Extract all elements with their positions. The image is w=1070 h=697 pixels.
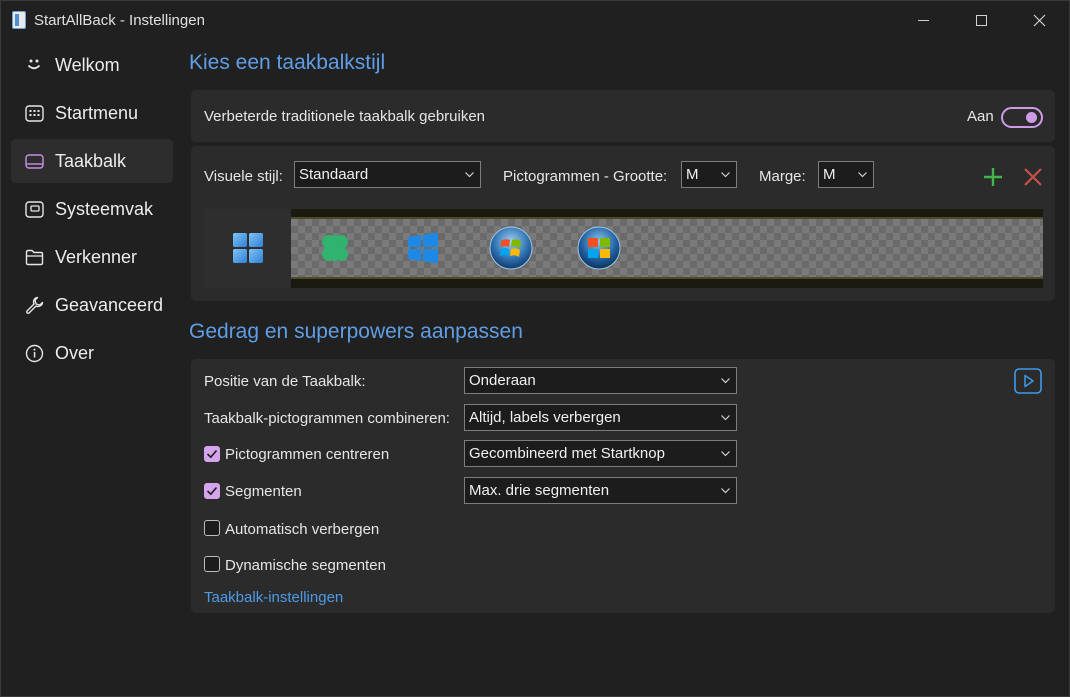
- margin-label: Marge:: [759, 168, 806, 185]
- position-value: Onderaan: [469, 372, 536, 389]
- chevron-down-icon: [465, 172, 474, 178]
- window-title: StartAllBack - Instellingen: [34, 12, 205, 29]
- chevron-down-icon: [858, 172, 867, 178]
- title-bar: StartAllBack - Instellingen: [1, 1, 1069, 39]
- start-menu-icon: [24, 103, 44, 123]
- enhanced-taskbar-toggle[interactable]: [1001, 107, 1043, 128]
- sidebar-item-label: Systeemvak: [55, 198, 154, 219]
- taskbar-settings-link[interactable]: Taakbalk-instellingen: [204, 589, 343, 606]
- minimize-button[interactable]: [894, 1, 952, 39]
- chevron-down-icon: [721, 378, 730, 384]
- icon-size-label: Pictogrammen - Grootte:: [503, 168, 668, 185]
- combine-value: Altijd, labels verbergen: [469, 409, 621, 426]
- position-label: Positie van de Taakbalk:: [204, 373, 366, 390]
- smile-icon: [24, 55, 44, 75]
- style-option-windows-7[interactable]: [488, 225, 534, 271]
- close-button[interactable]: [1010, 1, 1068, 39]
- windows-11-logo-icon: [225, 225, 271, 271]
- remove-style-button[interactable]: [1022, 166, 1044, 188]
- autohide-checkbox[interactable]: [204, 520, 220, 536]
- sidebar-item-verkenner[interactable]: Verkenner: [11, 235, 173, 279]
- visual-style-label: Visuele stijl:: [204, 168, 283, 185]
- sidebar-item-systeemvak[interactable]: Systeemvak: [11, 187, 173, 231]
- play-video-icon: [1014, 368, 1042, 394]
- sidebar-item-geavanceerd[interactable]: Geavanceerd: [11, 283, 173, 327]
- minimize-icon: [917, 19, 929, 21]
- combine-label: Taakbalk-pictogrammen combineren:: [204, 410, 450, 427]
- center-mode-select[interactable]: Gecombineerd met Startknop: [464, 440, 737, 467]
- sidebar-item-label: Taakbalk: [55, 150, 127, 171]
- close-icon: [1033, 14, 1045, 26]
- section-title-behavior: Gedrag en superpowers aanpassen: [189, 320, 523, 343]
- info-icon: [24, 343, 44, 363]
- checkmark-icon: [206, 486, 218, 496]
- sidebar: Welkom Startmenu Taakbalk Systeemvak Ver…: [11, 43, 173, 379]
- sidebar-item-label: Verkenner: [55, 246, 138, 267]
- center-mode-value: Gecombineerd met Startknop: [469, 445, 665, 462]
- segments-value: Max. drie segmenten: [469, 482, 610, 499]
- chevron-down-icon: [721, 488, 730, 494]
- icon-size-value: M: [686, 166, 699, 183]
- plus-icon: [984, 168, 1002, 186]
- chevron-down-icon: [721, 415, 730, 421]
- center-icons-checkbox[interactable]: [204, 446, 220, 462]
- sidebar-item-over[interactable]: Over: [11, 331, 173, 375]
- taskbar-icon: [24, 151, 44, 171]
- windows-10-logo-icon: [408, 232, 438, 264]
- segments-select[interactable]: Max. drie segmenten: [464, 477, 737, 504]
- system-tray-icon: [24, 199, 44, 219]
- toggle-state-label: Aan: [967, 108, 994, 125]
- section-title-style: Kies een taakbalkstijl: [189, 51, 386, 74]
- position-select[interactable]: Onderaan: [464, 367, 737, 394]
- sidebar-item-label: Startmenu: [55, 102, 139, 123]
- sidebar-item-label: Over: [55, 342, 95, 363]
- style-option-windows-vista[interactable]: [576, 225, 622, 271]
- folder-icon: [24, 247, 44, 267]
- visual-style-value: Standaard: [299, 166, 369, 183]
- clover-logo-icon: [322, 235, 348, 261]
- dynamic-segments-label: Dynamische segmenten: [225, 557, 386, 574]
- windows-7-orb-icon: [489, 226, 533, 270]
- windows-vista-orb-icon: [577, 226, 621, 270]
- app-icon: [12, 11, 26, 29]
- add-style-button[interactable]: [982, 166, 1004, 188]
- chevron-down-icon: [721, 172, 730, 178]
- autohide-label: Automatisch verbergen: [225, 521, 380, 538]
- enhanced-taskbar-label: Verbeterde traditionele taakbalk gebruik…: [204, 108, 486, 125]
- sidebar-item-taakbalk[interactable]: Taakbalk: [11, 139, 173, 183]
- taskbar-style-preview: [204, 209, 1043, 288]
- settings-window: StartAllBack - Instellingen Welkom Start…: [0, 0, 1070, 697]
- chevron-down-icon: [721, 451, 730, 457]
- checkmark-icon: [206, 449, 218, 459]
- remove-icon: [1024, 168, 1042, 186]
- style-option-clover[interactable]: [312, 225, 358, 271]
- center-icons-label: Pictogrammen centreren: [225, 446, 390, 463]
- maximize-icon: [975, 14, 987, 26]
- sidebar-item-label: Geavanceerd: [55, 294, 164, 315]
- margin-value: M: [823, 166, 836, 183]
- margin-select[interactable]: M: [818, 161, 874, 188]
- video-button[interactable]: [1014, 368, 1042, 394]
- maximize-button[interactable]: [952, 1, 1010, 39]
- sidebar-item-welkom[interactable]: Welkom: [11, 43, 173, 87]
- combine-select[interactable]: Altijd, labels verbergen: [464, 404, 737, 431]
- sidebar-item-label: Welkom: [55, 54, 120, 75]
- style-option-windows-11[interactable]: [204, 209, 291, 288]
- dynamic-segments-checkbox[interactable]: [204, 556, 220, 572]
- icon-size-select[interactable]: M: [681, 161, 737, 188]
- toggle-knob: [1026, 112, 1037, 123]
- segments-checkbox[interactable]: [204, 483, 220, 499]
- wrench-icon: [24, 295, 44, 315]
- visual-style-select[interactable]: Standaard: [294, 161, 481, 188]
- sidebar-item-startmenu[interactable]: Startmenu: [11, 91, 173, 135]
- style-option-windows-10[interactable]: [400, 225, 446, 271]
- segments-label: Segmenten: [225, 483, 302, 500]
